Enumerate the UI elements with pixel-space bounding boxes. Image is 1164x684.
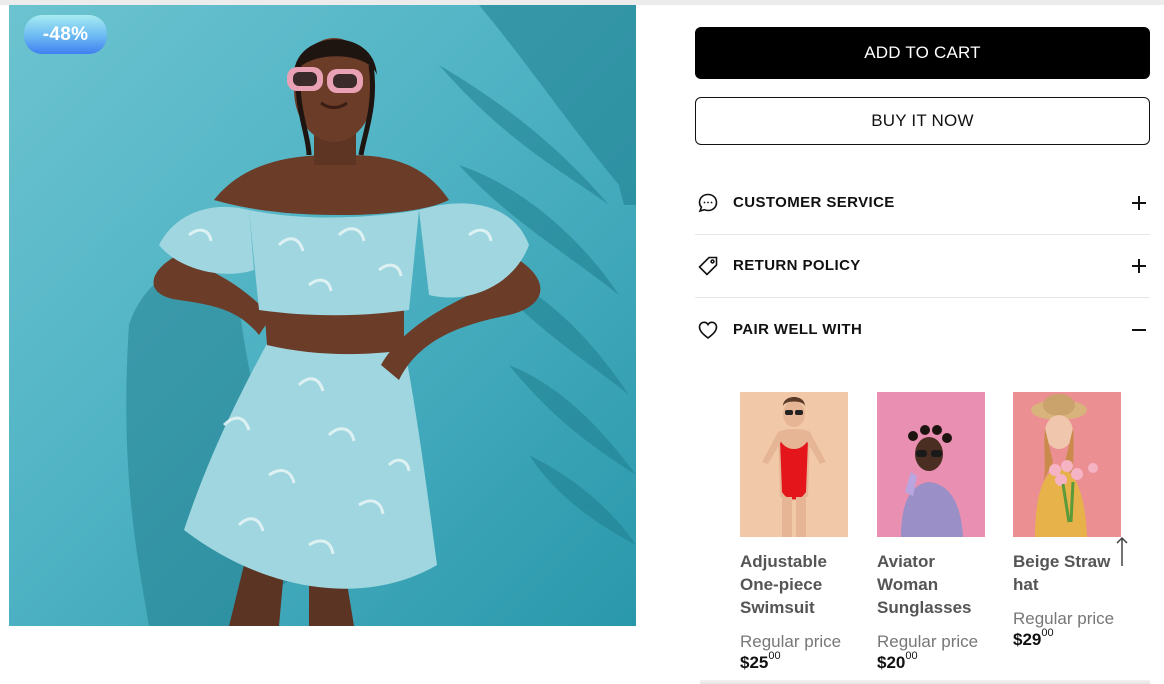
product-price: $2000 — [877, 650, 918, 672]
accordion-label: CUSTOMER SERVICE — [733, 194, 895, 211]
model-photo-illustration — [126, 5, 636, 626]
product-price: $2500 — [740, 650, 781, 672]
product-name[interactable]: Beige Straw hat — [1013, 550, 1118, 596]
accordion-pair-well-with[interactable]: PAIR WELL WITH — [695, 298, 1150, 361]
price-tag-icon — [696, 254, 720, 278]
regular-price-label: Regular price — [877, 632, 979, 651]
minus-icon[interactable] — [1130, 321, 1148, 339]
add-to-cart-button[interactable]: ADD TO CART — [695, 27, 1150, 79]
pair-product-card[interactable]: Aviator Woman Sunglasses Regular price $… — [877, 392, 997, 673]
accordion-label: PAIR WELL WITH — [733, 321, 863, 338]
straw-hat-thumbnail[interactable] — [1013, 392, 1121, 537]
heart-icon — [696, 318, 720, 342]
swimsuit-thumbnail[interactable] — [740, 392, 848, 537]
pair-product-card[interactable]: Beige Straw hat Regular price $2900 — [1013, 392, 1121, 650]
product-name[interactable]: Aviator Woman Sunglasses — [877, 550, 997, 619]
regular-price-label: Regular price — [740, 632, 842, 651]
product-main-image[interactable]: -48% — [9, 5, 636, 626]
accordion-return-policy[interactable]: RETURN POLICY — [695, 234, 1150, 297]
chat-bubble-icon — [696, 191, 720, 215]
regular-price-label: Regular price — [1013, 609, 1115, 628]
accordion-customer-service[interactable]: CUSTOMER SERVICE — [695, 171, 1150, 234]
product-price: $2900 — [1013, 627, 1054, 649]
discount-badge: -48% — [24, 15, 107, 54]
plus-icon[interactable] — [1130, 194, 1148, 212]
scroll-up-arrow-icon[interactable] — [1114, 536, 1130, 568]
sticky-bar-edge — [700, 680, 1150, 684]
accordion-label: RETURN POLICY — [733, 257, 861, 274]
plus-icon[interactable] — [1130, 257, 1148, 275]
sunglasses-thumbnail[interactable] — [877, 392, 985, 537]
pair-product-card[interactable]: Adjustable One-piece Swimsuit Regular pr… — [740, 392, 860, 673]
buy-now-button[interactable]: BUY IT NOW — [695, 97, 1150, 145]
product-name[interactable]: Adjustable One-piece Swimsuit — [740, 550, 860, 619]
